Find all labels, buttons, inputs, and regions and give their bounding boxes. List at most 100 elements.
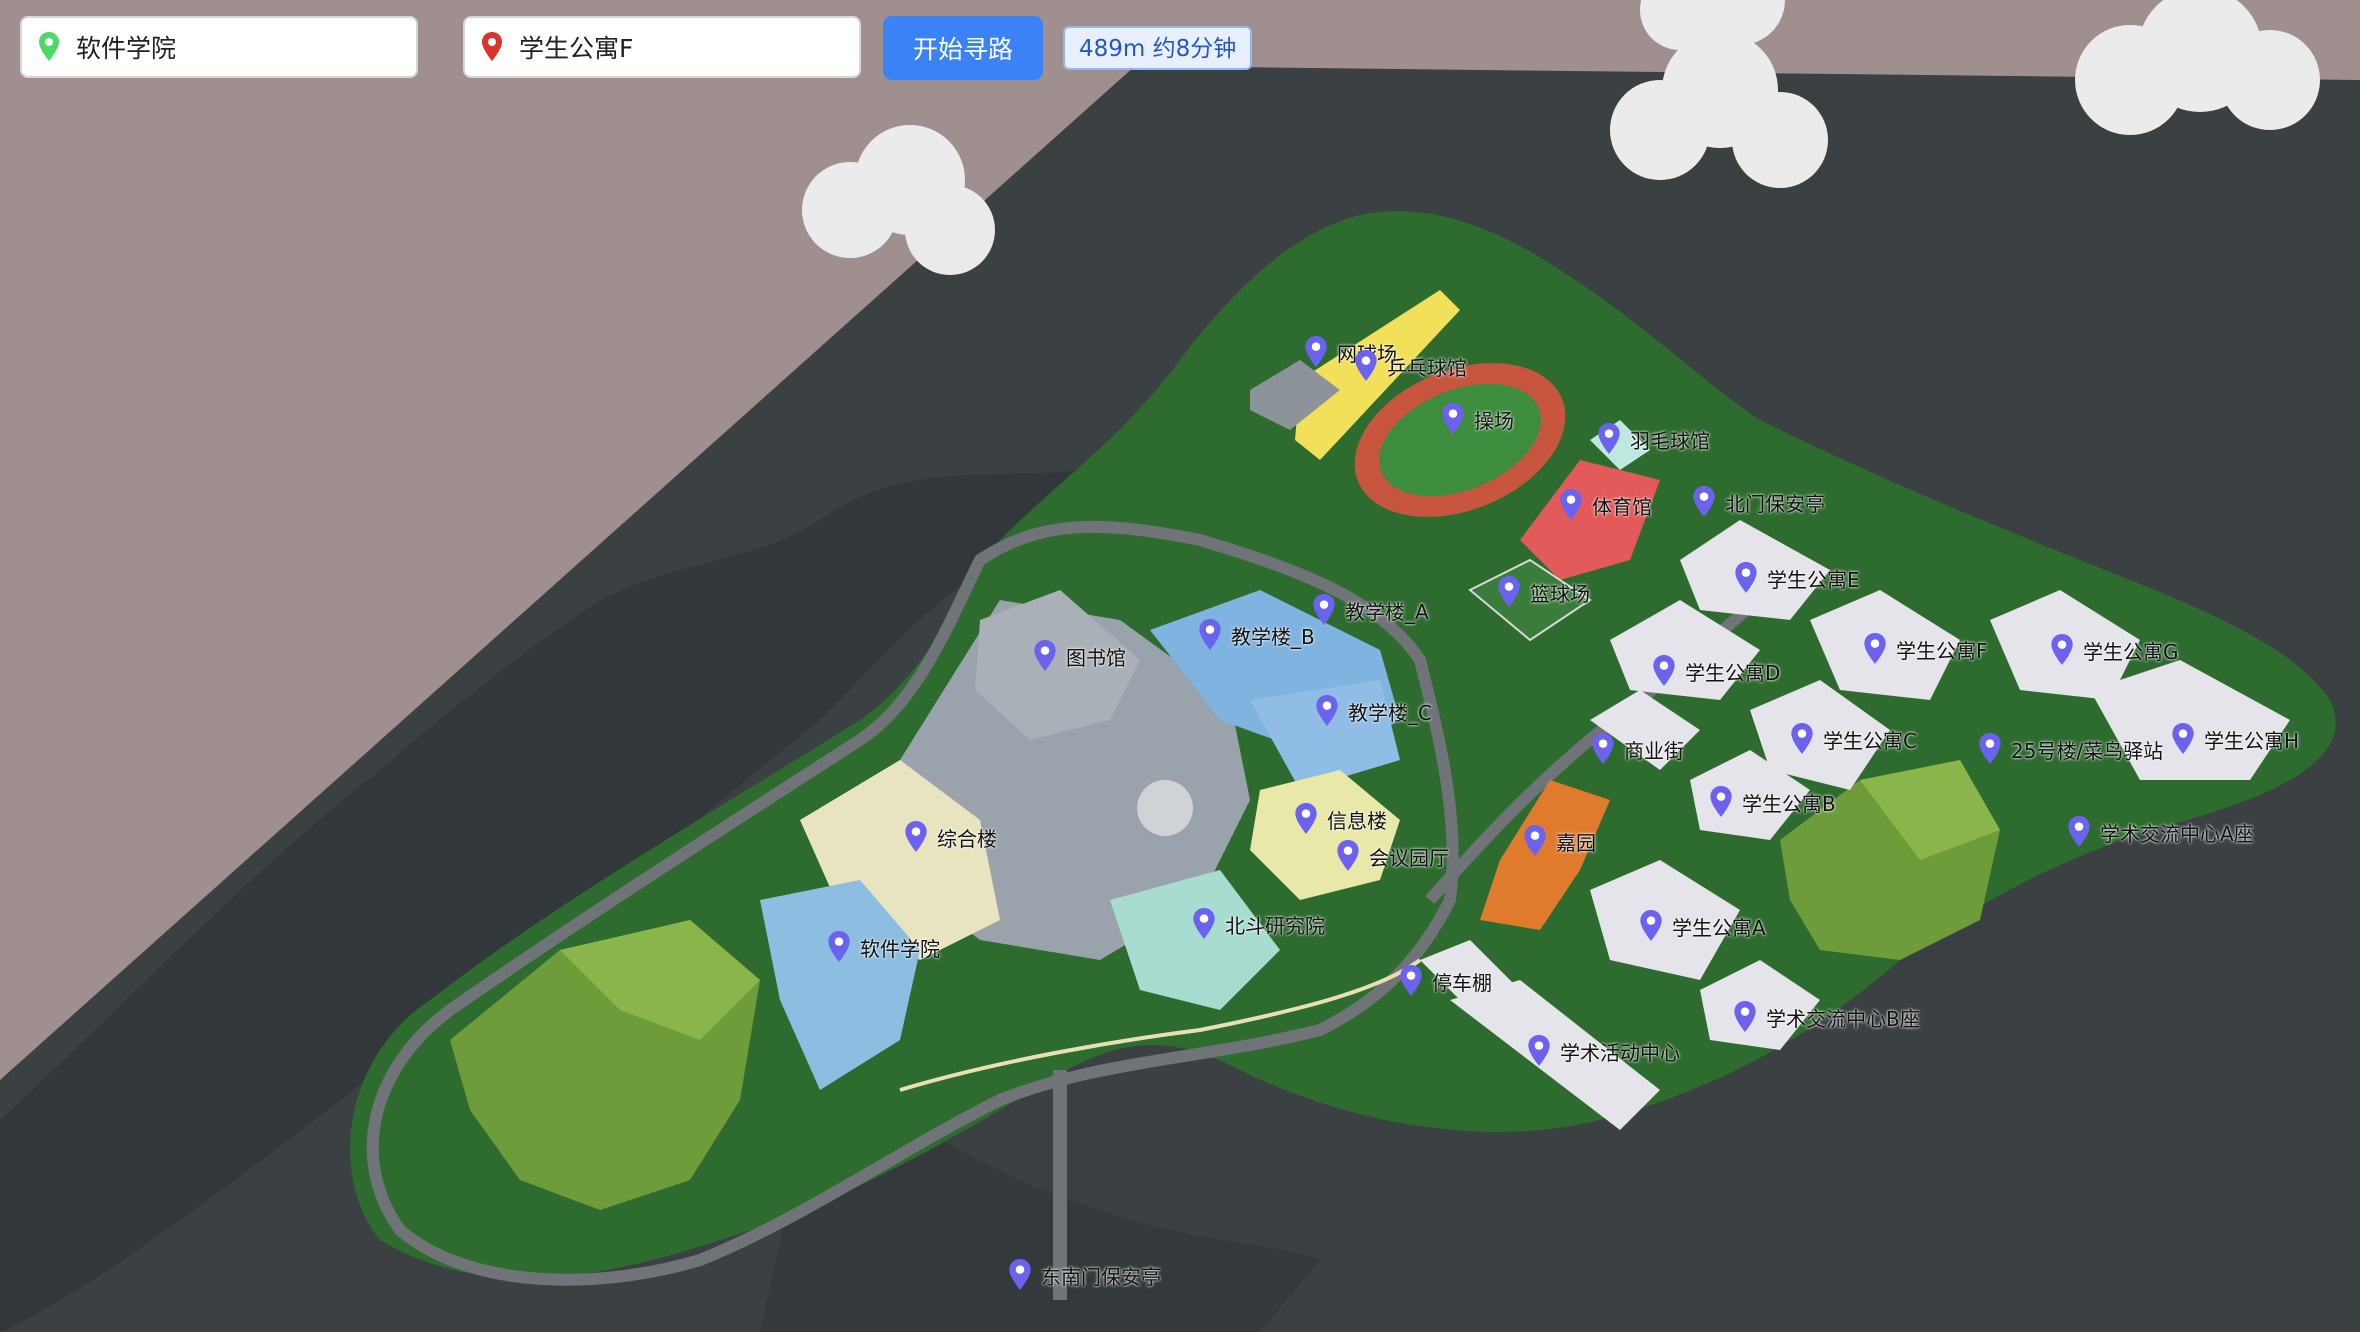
poi-dorm-b[interactable]: 学生公寓B	[1708, 786, 1836, 818]
poi-label: 会议园厅	[1369, 845, 1449, 870]
location-marker-icon	[1442, 403, 1464, 434]
poi-ping-pong-hall[interactable]: 乒乓球馆	[1353, 350, 1467, 382]
location-marker-icon	[1735, 562, 1757, 593]
poi-label: 学生公寓F	[1896, 638, 1988, 663]
poi-label: 学生公寓A	[1672, 915, 1766, 940]
poi-academic-activity-center[interactable]: 学术活动中心	[1526, 1035, 1680, 1067]
poi-dorm-g[interactable]: 学生公寓G	[2049, 634, 2179, 666]
location-marker-icon	[1734, 1001, 1756, 1032]
end-location-field[interactable]	[463, 16, 861, 78]
poi-label: 乒乓球馆	[1387, 355, 1467, 380]
poi-basketball-court[interactable]: 篮球场	[1496, 576, 1590, 608]
location-marker-icon	[1313, 594, 1335, 625]
location-marker-icon	[1693, 486, 1715, 517]
location-marker-icon	[1305, 336, 1327, 367]
poi-label: 综合楼	[937, 826, 997, 851]
poi-label: 东南门保安亭	[1041, 1264, 1161, 1289]
poi-dorm-d[interactable]: 学生公寓D	[1651, 655, 1780, 687]
location-marker-icon	[1355, 350, 1377, 381]
poi-beidou-institute[interactable]: 北斗研究院	[1191, 908, 1325, 940]
poi-label: 操场	[1474, 408, 1514, 433]
campus-3d-map[interactable]	[0, 0, 2360, 1332]
location-marker-icon	[2068, 816, 2090, 847]
location-marker-icon	[1598, 423, 1620, 454]
poi-label: 学术交流中心B座	[1766, 1006, 1920, 1031]
poi-stadium[interactable]: 体育馆	[1558, 489, 1652, 521]
location-marker-icon	[1034, 640, 1056, 671]
location-marker-icon	[1979, 733, 2001, 764]
poi-label: 软件学院	[860, 936, 940, 961]
location-marker-icon	[1528, 1035, 1550, 1066]
location-marker-icon	[2051, 634, 2073, 665]
poi-label: 学生公寓B	[1742, 791, 1836, 816]
location-marker-icon	[1193, 908, 1215, 939]
poi-building-25-cainiao[interactable]: 25号楼/菜鸟驿站	[1977, 733, 2163, 765]
poi-dorm-h[interactable]: 学生公寓H	[2170, 723, 2299, 755]
location-marker-icon	[2172, 723, 2194, 754]
poi-label: 信息楼	[1327, 808, 1387, 833]
map-pin-icon	[39, 32, 59, 61]
poi-general-building[interactable]: 综合楼	[903, 821, 997, 853]
poi-label: 北门保安亭	[1725, 491, 1825, 516]
location-marker-icon	[1337, 840, 1359, 871]
poi-label: 体育馆	[1592, 494, 1652, 519]
location-marker-icon	[1791, 723, 1813, 754]
poi-label: 学生公寓E	[1767, 567, 1860, 592]
location-marker-icon	[1640, 910, 1662, 941]
poi-label: 教学楼_B	[1231, 624, 1315, 649]
poi-label: 学生公寓H	[2204, 728, 2300, 753]
location-marker-icon	[1653, 655, 1675, 686]
poi-dorm-e[interactable]: 学生公寓E	[1733, 562, 1860, 594]
map-pin-icon	[482, 32, 502, 61]
poi-software-college[interactable]: 软件学院	[826, 931, 940, 963]
poi-southeast-gate-booth[interactable]: 东南门保安亭	[1007, 1259, 1161, 1291]
location-marker-icon	[1199, 619, 1221, 650]
poi-label: 羽毛球馆	[1630, 428, 1710, 453]
poi-dorm-f[interactable]: 学生公寓F	[1862, 633, 1988, 665]
poi-label: 商业街	[1624, 738, 1684, 763]
location-marker-icon	[1498, 576, 1520, 607]
poi-label: 教学楼_A	[1345, 599, 1429, 624]
end-location-input[interactable]	[517, 31, 859, 63]
poi-jiayuan[interactable]: 嘉园	[1522, 825, 1596, 857]
poi-badminton-hall[interactable]: 羽毛球馆	[1596, 423, 1710, 455]
route-summary-badge: 489m 约8分钟	[1063, 26, 1253, 70]
location-marker-icon	[1864, 633, 1886, 664]
poi-sports-field[interactable]: 操场	[1440, 403, 1514, 435]
poi-label: 教学楼_C	[1348, 700, 1432, 725]
location-marker-icon	[1295, 803, 1317, 834]
poi-teaching-building-c[interactable]: 教学楼_C	[1314, 695, 1432, 727]
location-marker-icon	[1710, 786, 1732, 817]
poi-library[interactable]: 图书馆	[1032, 640, 1126, 672]
location-marker-icon	[1316, 695, 1338, 726]
poi-dorm-a[interactable]: 学生公寓A	[1638, 910, 1766, 942]
poi-conference-hall[interactable]: 会议园厅	[1335, 840, 1449, 872]
poi-label: 学术交流中心A座	[2100, 821, 2254, 846]
poi-label: 图书馆	[1066, 645, 1126, 670]
poi-label: 北斗研究院	[1225, 913, 1325, 938]
poi-commercial-street[interactable]: 商业街	[1590, 733, 1684, 765]
poi-label: 学生公寓C	[1823, 728, 1917, 753]
location-marker-icon	[1592, 733, 1614, 764]
location-marker-icon	[1009, 1259, 1031, 1290]
poi-label: 学生公寓D	[1685, 660, 1781, 685]
poi-north-gate-booth[interactable]: 北门保安亭	[1691, 486, 1825, 518]
plaza-fountain	[1137, 780, 1193, 836]
location-marker-icon	[1560, 489, 1582, 520]
poi-label: 学术活动中心	[1560, 1040, 1680, 1065]
poi-bike-shed[interactable]: 停车棚	[1398, 965, 1492, 997]
start-routing-button[interactable]: 开始寻路	[883, 16, 1043, 80]
poi-label: 25号楼/菜鸟驿站	[2011, 738, 2164, 763]
poi-label: 停车棚	[1432, 970, 1492, 995]
poi-label: 学生公寓G	[2083, 639, 2179, 664]
poi-academic-center-b[interactable]: 学术交流中心B座	[1732, 1001, 1920, 1033]
start-location-input[interactable]	[74, 31, 416, 63]
poi-dorm-c[interactable]: 学生公寓C	[1789, 723, 1917, 755]
poi-label: 篮球场	[1530, 581, 1590, 606]
start-location-field[interactable]	[20, 16, 418, 78]
poi-academic-center-a[interactable]: 学术交流中心A座	[2066, 816, 2254, 848]
poi-info-building[interactable]: 信息楼	[1293, 803, 1387, 835]
location-marker-icon	[905, 821, 927, 852]
poi-teaching-building-a[interactable]: 教学楼_A	[1311, 594, 1429, 626]
poi-teaching-building-b[interactable]: 教学楼_B	[1197, 619, 1315, 651]
